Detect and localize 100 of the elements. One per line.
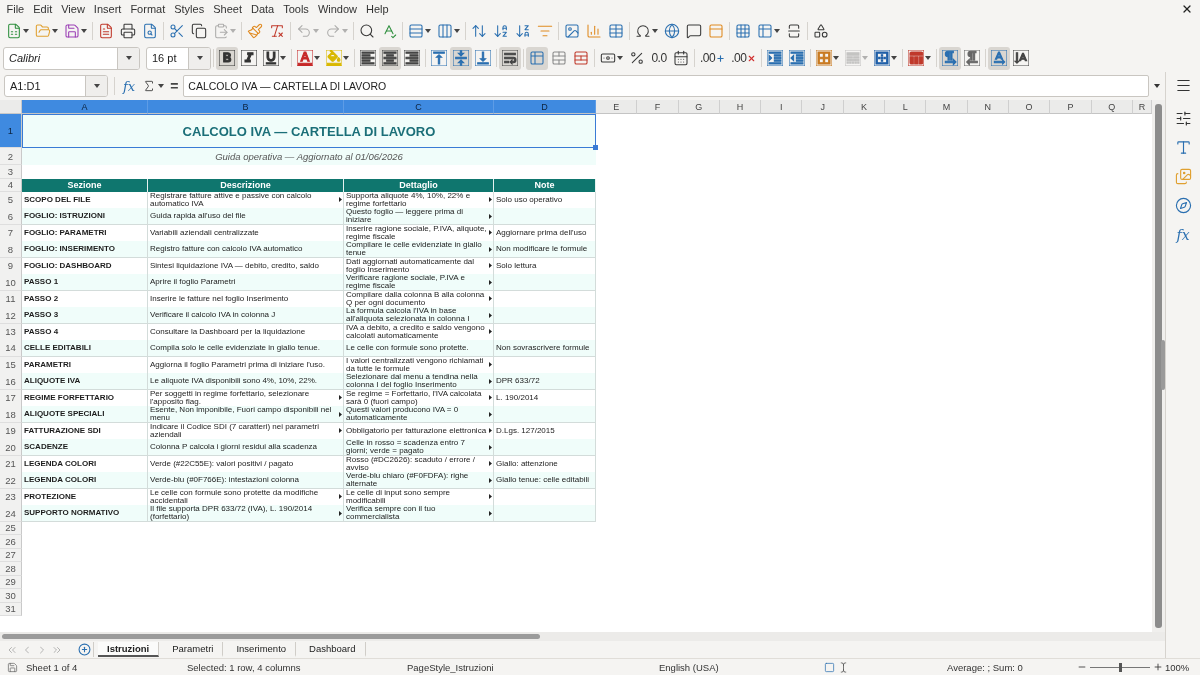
number-format-button[interactable]: 0.0 [648, 46, 670, 70]
add-decimal-button[interactable]: .00 [697, 46, 729, 70]
row-header[interactable]: 12 [0, 307, 22, 325]
row-header[interactable]: 2 [0, 148, 22, 165]
row-header[interactable]: 14 [0, 340, 22, 357]
caret-icon [125, 56, 132, 60]
caret-icon [52, 29, 58, 33]
wrap-text-button[interactable] [499, 46, 521, 70]
row-header[interactable]: 20 [0, 439, 22, 457]
column-header[interactable]: C [344, 100, 494, 114]
column-header[interactable]: P [1050, 100, 1092, 114]
functions-button[interactable]: fx [1171, 223, 1195, 246]
pilcrow-left-arrow-icon [964, 50, 981, 66]
menu-item[interactable]: Edit [28, 3, 57, 15]
function-wizard-button[interactable]: fx [121, 76, 138, 96]
undo-icon [296, 23, 312, 39]
cell-text: ALIQUOTE IVA [24, 377, 81, 386]
menu-item[interactable]: Styles [169, 3, 209, 15]
row-header[interactable]: 8 [0, 241, 22, 259]
scrollbar-thumb[interactable] [1155, 104, 1162, 628]
formula-input[interactable]: CALCOLO IVA — CARTELLA DI LAVORO [183, 75, 1149, 97]
sidebar-handle[interactable] [1161, 340, 1165, 390]
font-size-field[interactable]: 16 pt [146, 46, 211, 70]
column-header[interactable]: Q [1091, 100, 1133, 114]
sheet-tab[interactable]: Dashboard [300, 642, 366, 657]
row-header[interactable]: 30 [0, 589, 22, 603]
horizontal-scrollbar[interactable] [0, 632, 1165, 641]
cell-text: Solo uso operativo [496, 195, 563, 204]
menu-item[interactable]: Data [246, 3, 279, 15]
add-sheet-button[interactable] [76, 642, 94, 657]
row-header[interactable]: 10 [0, 274, 22, 292]
column-header[interactable]: J [802, 100, 844, 114]
column-header[interactable]: L [885, 100, 927, 114]
row-header[interactable]: 3 [0, 165, 22, 179]
bold-button[interactable] [216, 46, 238, 70]
cell-text: FOGLIO: INSERIMENTO [24, 245, 115, 254]
cell-text: Compila solo le celle evidenziate in giallo tenue. [150, 343, 320, 352]
text-horizontal-button[interactable] [988, 46, 1011, 70]
cell-text: Questi valori producono IVA = 0 automaticamente [346, 406, 460, 423]
menu-item[interactable]: Help [361, 3, 394, 15]
menu-item[interactable]: View [56, 3, 90, 15]
column-header[interactable]: G [678, 100, 720, 114]
align-center-button[interactable] [379, 46, 401, 70]
sheet-tab[interactable]: Parametri [163, 642, 224, 657]
column-header[interactable]: O [1008, 100, 1051, 114]
left-to-right-button[interactable] [939, 46, 962, 70]
menu-item[interactable]: Insert [89, 3, 126, 15]
slider-thumb[interactable] [1119, 662, 1122, 672]
row-header[interactable]: 28 [0, 562, 22, 576]
column-header[interactable]: I [761, 100, 803, 114]
caret-icon [425, 29, 431, 33]
name-box[interactable]: A1:D1 [4, 75, 108, 97]
column-header[interactable]: D [494, 100, 596, 114]
merge-center-button[interactable] [526, 46, 548, 70]
row-header[interactable]: 16 [0, 373, 22, 391]
fill-handle[interactable] [593, 145, 598, 150]
menu-item[interactable]: Format [125, 3, 170, 15]
align-middle-button[interactable] [450, 46, 472, 70]
column-header[interactable]: B [148, 100, 344, 114]
zoom-in-button[interactable] [1153, 661, 1163, 673]
row-header[interactable]: 1 [0, 114, 22, 148]
dropdown-button[interactable] [188, 47, 210, 69]
cell-text: Aggiorna il foglio Parametri prima di iniziare l'uso. [150, 360, 325, 369]
font-name-field[interactable]: Calibri [3, 46, 140, 70]
column-header[interactable]: A [22, 100, 148, 114]
vertical-scrollbar[interactable] [1152, 100, 1165, 632]
menu-item[interactable]: Window [313, 3, 362, 15]
column-header[interactable]: H [719, 100, 762, 114]
scrollbar-thumb[interactable] [2, 634, 540, 639]
plus-circle-icon [78, 643, 91, 656]
column-header[interactable]: R [1132, 100, 1152, 114]
sheet-tab[interactable]: Inserimento [227, 642, 297, 657]
speech-bubble-icon [686, 23, 702, 39]
row-header[interactable]: 22 [0, 472, 22, 490]
align-right-icon [404, 50, 420, 66]
sum-status: Average: ; Sum: 0 [947, 661, 1024, 673]
cell-text: Celle in rosso = scadenza entro 7 giorni; verde = pagato [346, 439, 466, 456]
menu-item[interactable]: File [2, 3, 29, 15]
delete-decimal-button[interactable]: .00 [728, 46, 760, 70]
sheet-tab[interactable]: Istruzioni [98, 642, 160, 657]
column-header[interactable]: E [596, 100, 638, 114]
column-header[interactable]: N [967, 100, 1009, 114]
paint-bucket-icon [326, 50, 342, 66]
dropdown-button[interactable] [85, 76, 107, 96]
row-header[interactable]: 18 [0, 406, 22, 424]
cell-text: PARAMETRI [24, 360, 71, 369]
menu-item[interactable]: Sheet [208, 3, 247, 15]
dropdown-button[interactable] [117, 47, 139, 69]
row-header[interactable]: 26 [0, 535, 22, 549]
row-header[interactable]: 24 [0, 505, 22, 523]
column-header[interactable]: M [926, 100, 968, 114]
scissors-icon [169, 23, 185, 39]
column-header[interactable]: F [637, 100, 679, 114]
formula-button[interactable]: = [169, 76, 180, 96]
row-header[interactable]: 6 [0, 208, 22, 226]
menu-item[interactable]: Tools [278, 3, 314, 15]
page-style: PageStyle_Istruzioni [407, 661, 495, 673]
plus-icon [1153, 662, 1163, 672]
cell-text: Consultare la Dashboard per la liquidazione [150, 327, 306, 336]
column-header[interactable]: K [843, 100, 886, 114]
